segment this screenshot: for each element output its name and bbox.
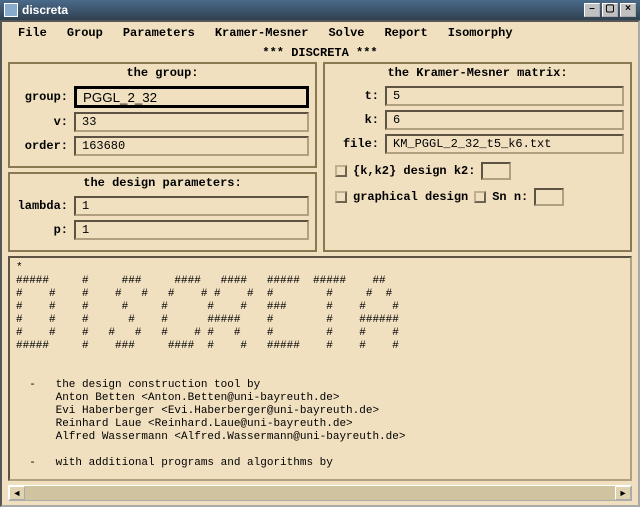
menu-file[interactable]: File bbox=[8, 24, 57, 42]
order-input[interactable] bbox=[74, 136, 309, 156]
n-input[interactable] bbox=[534, 188, 564, 206]
menu-group[interactable]: Group bbox=[57, 24, 113, 42]
panels: the group: group: v: order: th bbox=[2, 62, 638, 256]
output-text: * ##### # ### #### #### ##### ##### ## #… bbox=[10, 258, 630, 474]
menu-solve[interactable]: Solve bbox=[318, 24, 374, 42]
app-window: discreta – ▢ × File Group Parameters Kra… bbox=[0, 0, 640, 507]
group-box: the group: group: v: order: bbox=[8, 62, 317, 168]
group-box-title: the group: bbox=[16, 66, 309, 80]
km-box: the Kramer-Mesner matrix: t: k: file: bbox=[323, 62, 632, 252]
t-input[interactable] bbox=[385, 86, 624, 106]
k2-input[interactable] bbox=[481, 162, 511, 180]
scroll-right-button[interactable]: ► bbox=[615, 486, 631, 500]
graphical-label: graphical design bbox=[353, 190, 468, 204]
app-icon bbox=[4, 3, 18, 17]
menu-report[interactable]: Report bbox=[374, 24, 437, 42]
menu-kramer-mesner[interactable]: Kramer-Mesner bbox=[205, 24, 319, 42]
k-label: k: bbox=[331, 113, 385, 127]
maximize-button[interactable]: ▢ bbox=[602, 3, 618, 17]
k-input[interactable] bbox=[385, 110, 624, 130]
t-label: t: bbox=[331, 89, 385, 103]
app-body: File Group Parameters Kramer-Mesner Solv… bbox=[0, 20, 640, 507]
menubar: File Group Parameters Kramer-Mesner Solv… bbox=[2, 22, 638, 44]
p-input[interactable] bbox=[74, 220, 309, 240]
menu-isomorphy[interactable]: Isomorphy bbox=[438, 24, 523, 42]
close-button[interactable]: × bbox=[620, 3, 636, 17]
km-box-title: the Kramer-Mesner matrix: bbox=[331, 66, 624, 80]
output-frame: * ##### # ### #### #### ##### ##### ## #… bbox=[8, 256, 632, 481]
v-input[interactable] bbox=[74, 112, 309, 132]
graphical-checkbox[interactable] bbox=[335, 191, 347, 203]
order-label: order: bbox=[16, 139, 74, 153]
scroll-left-button[interactable]: ◄ bbox=[9, 486, 25, 500]
group-label: group: bbox=[16, 90, 74, 104]
minimize-button[interactable]: – bbox=[584, 3, 600, 17]
scrollbar-horizontal[interactable]: ◄ ► bbox=[8, 485, 632, 501]
file-input[interactable] bbox=[385, 134, 624, 154]
group-input[interactable] bbox=[74, 86, 309, 108]
sn-checkbox[interactable] bbox=[474, 191, 486, 203]
lambda-input[interactable] bbox=[74, 196, 309, 216]
banner: *** DISCRETA *** bbox=[2, 44, 638, 62]
v-label: v: bbox=[16, 115, 74, 129]
design-box: the design parameters: lambda: p: bbox=[8, 172, 317, 252]
window-title: discreta bbox=[22, 3, 582, 17]
titlebar[interactable]: discreta – ▢ × bbox=[0, 0, 640, 20]
lambda-label: lambda: bbox=[16, 199, 74, 213]
design-box-title: the design parameters: bbox=[16, 176, 309, 190]
menu-parameters[interactable]: Parameters bbox=[113, 24, 205, 42]
kk2-label: {k,k2} design k2: bbox=[353, 164, 475, 178]
file-label: file: bbox=[331, 137, 385, 151]
kk2-checkbox[interactable] bbox=[335, 165, 347, 177]
p-label: p: bbox=[16, 223, 74, 237]
sn-label: Sn n: bbox=[492, 190, 528, 204]
